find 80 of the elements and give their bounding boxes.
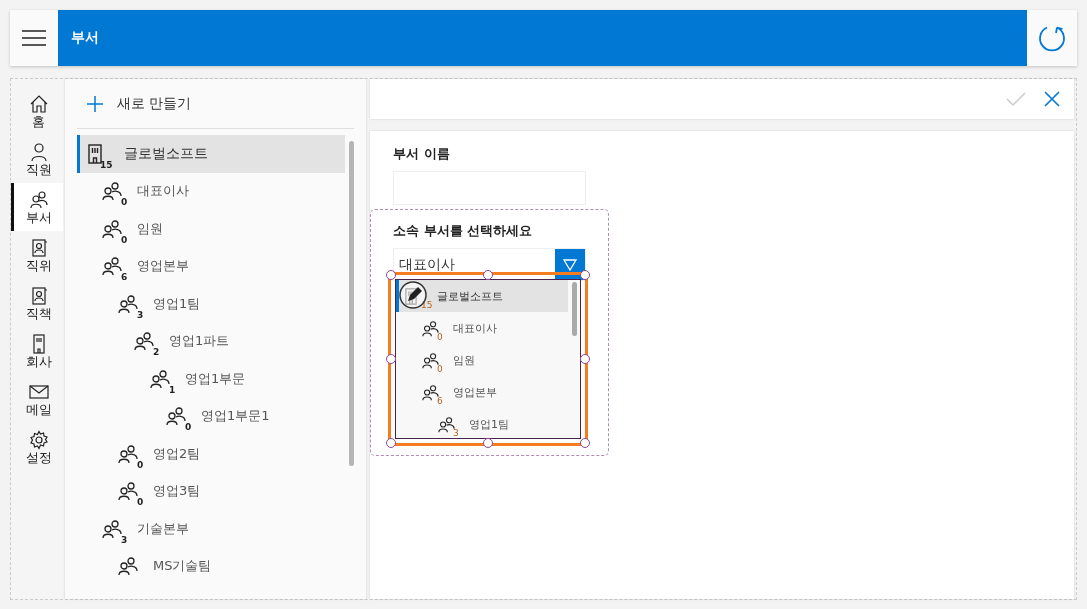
- field-label: 소속 부서를 선택하세요: [393, 222, 534, 240]
- plus-icon: [87, 95, 103, 112]
- tree-item[interactable]: 15 글로벌소프트: [77, 135, 345, 173]
- tree-item[interactable]: 0 임원: [77, 210, 345, 248]
- member-count: 6: [121, 272, 128, 283]
- member-count: 0: [121, 234, 128, 245]
- refresh-button[interactable]: [1027, 10, 1077, 66]
- member-count: 2: [153, 347, 160, 358]
- tree-item[interactable]: 1 영업1부문: [77, 360, 345, 398]
- tree-item[interactable]: 3 영업1팀: [77, 285, 345, 323]
- person-icon: [28, 141, 49, 162]
- resize-handle[interactable]: [386, 354, 396, 364]
- people-icon: [101, 518, 123, 539]
- nav-item[interactable]: 메일: [11, 375, 63, 423]
- tree-item[interactable]: 0 대표이사: [77, 172, 345, 210]
- new-button[interactable]: 새로 만들기: [77, 79, 354, 129]
- member-count: 15: [100, 159, 113, 170]
- dropdown-item[interactable]: 0 대표이사: [396, 312, 568, 344]
- field-label: 부서 이름: [393, 145, 451, 163]
- tree-item[interactable]: 2 영업1파트: [77, 322, 345, 360]
- dropdown-item[interactable]: 3 영업1팀: [396, 408, 568, 438]
- tree-item[interactable]: 0 영업3팀: [77, 472, 345, 510]
- resize-handle[interactable]: [580, 270, 590, 280]
- page-title: 부서: [71, 29, 99, 47]
- people-icon: [133, 331, 155, 352]
- nav-item[interactable]: 직원: [11, 135, 63, 183]
- member-count: 0: [137, 459, 144, 470]
- member-count: 3: [121, 534, 128, 545]
- resize-handle[interactable]: [483, 438, 493, 448]
- people-icon: [165, 406, 187, 427]
- people-icon: [117, 556, 139, 577]
- scrollbar[interactable]: [572, 282, 577, 336]
- tree-item[interactable]: 0 영업2팀: [77, 435, 345, 473]
- nav-item[interactable]: 회사: [11, 327, 63, 375]
- tree-item[interactable]: MS기술팀: [77, 547, 345, 585]
- people-icon: [101, 218, 123, 239]
- people-icon: [101, 181, 123, 202]
- resize-handle[interactable]: [580, 354, 590, 364]
- caret-icon: [563, 258, 577, 271]
- people-icon: [117, 443, 139, 464]
- nav-item[interactable]: 설정: [11, 423, 63, 471]
- resize-handle[interactable]: [386, 438, 396, 448]
- tree-item[interactable]: 3 기술본부: [77, 510, 345, 548]
- member-count: 15: [421, 300, 433, 310]
- resize-handle[interactable]: [386, 270, 396, 280]
- resize-handle[interactable]: [483, 270, 493, 280]
- member-count: 0: [121, 197, 128, 208]
- check-icon: [1006, 91, 1026, 107]
- nav-item[interactable]: 부서: [11, 183, 63, 231]
- people-icon: [149, 368, 171, 389]
- building-icon: [88, 143, 102, 164]
- tree-item[interactable]: 0 영업1부문1: [77, 397, 345, 435]
- dropdown-item[interactable]: 6 영업본부: [396, 376, 568, 408]
- dropdown-item[interactable]: 15 글로벌소프트: [396, 280, 568, 312]
- member-count: 0: [137, 497, 144, 508]
- member-count: 0: [437, 364, 443, 374]
- people-icon: [117, 481, 139, 502]
- member-count: 0: [185, 422, 192, 433]
- scrollbar[interactable]: [349, 141, 354, 466]
- member-count: 3: [453, 428, 459, 438]
- people-icon: [101, 256, 123, 277]
- menu-icon: [22, 30, 46, 46]
- menu-button[interactable]: [10, 10, 58, 66]
- close-icon: [1044, 91, 1060, 107]
- member-count: 3: [137, 309, 144, 320]
- member-count: 6: [437, 396, 443, 406]
- nav-item[interactable]: 직책: [11, 279, 63, 327]
- member-count: 0: [437, 332, 443, 342]
- people-icon: [117, 293, 139, 314]
- dropdown-item[interactable]: 0 임원: [396, 344, 568, 376]
- settings-icon: [28, 429, 49, 450]
- member-count: 1: [169, 384, 176, 395]
- building-icon: [405, 287, 417, 305]
- resize-handle[interactable]: [580, 438, 590, 448]
- people-icon: [28, 189, 49, 210]
- tree-item[interactable]: 6 영업본부: [77, 247, 345, 285]
- nav-item[interactable]: 직위: [11, 231, 63, 279]
- home-icon: [28, 93, 49, 114]
- close-button[interactable]: [1042, 89, 1062, 109]
- nav-item[interactable]: 홈: [11, 87, 63, 135]
